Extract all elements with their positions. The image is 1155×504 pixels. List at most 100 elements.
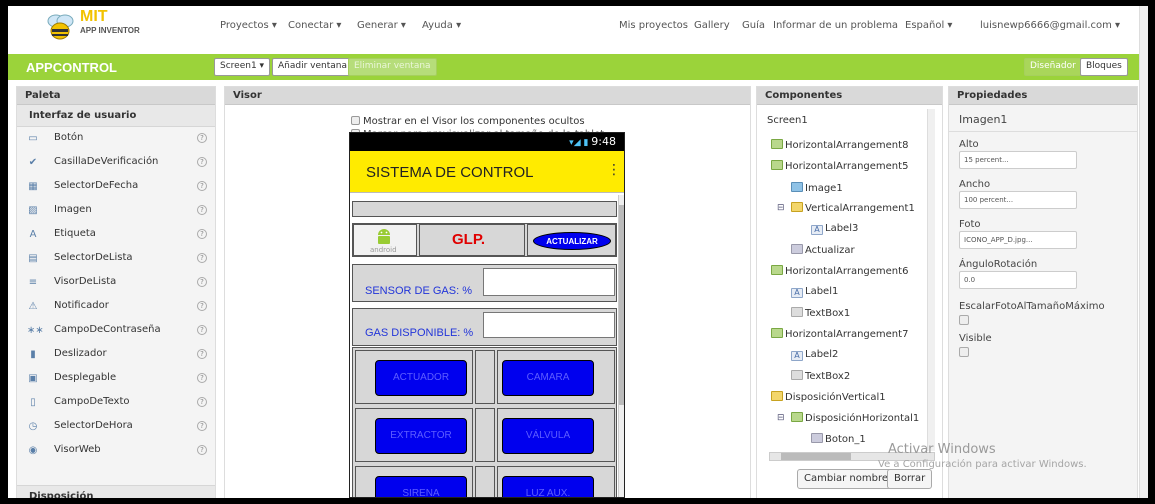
palette-section-ui[interactable]: Interfaz de usuario: [17, 105, 215, 127]
rotation-field[interactable]: 0.0: [959, 271, 1077, 289]
visible-checkbox[interactable]: [959, 347, 969, 357]
sirena-button[interactable]: SIRENA: [375, 476, 467, 497]
palette-item[interactable]: ▮ Deslizador?: [17, 343, 215, 367]
component-tree-item[interactable]: DisposiciónHorizontal1: [791, 412, 919, 424]
link-my-projects[interactable]: Mis proyectos: [619, 20, 688, 31]
project-name: APPCONTROL: [26, 60, 117, 75]
palette-item[interactable]: ▯ CampoDeTexto?: [17, 391, 215, 415]
show-hidden-checkbox[interactable]: Mostrar en el Visor los componentes ocul…: [351, 116, 585, 127]
component-tree-item[interactable]: A Label2: [791, 349, 838, 361]
palette-item[interactable]: ≡ VisorDeLista?: [17, 271, 215, 295]
component-tree-item[interactable]: HorizontalArrangement6: [771, 265, 908, 277]
menu-user-account[interactable]: luisnewp6666@gmail.com ▾: [980, 20, 1120, 31]
components-vscrollbar[interactable]: [927, 109, 935, 451]
remove-screen-button[interactable]: Eliminar ventana: [348, 58, 437, 76]
component-tree-item[interactable]: A Label1: [791, 286, 838, 298]
help-icon[interactable]: ?: [197, 421, 207, 431]
components-hscroll-thumb[interactable]: [781, 453, 851, 460]
help-icon[interactable]: ?: [197, 205, 207, 215]
help-icon[interactable]: ?: [197, 349, 207, 359]
menu-connect[interactable]: Conectar ▾: [288, 20, 341, 31]
help-icon[interactable]: ?: [197, 253, 207, 263]
palette-item[interactable]: ▣ Desplegable?: [17, 367, 215, 391]
collapse-toggle-icon[interactable]: ⊟: [777, 203, 785, 213]
component-tree-item[interactable]: Screen1: [767, 115, 808, 126]
palette-section-layout[interactable]: Disposición: [17, 485, 215, 498]
menu-projects[interactable]: Proyectos ▾: [220, 20, 277, 31]
component-tree-item[interactable]: HorizontalArrangement8: [771, 139, 908, 151]
camara-button[interactable]: CAMARA: [502, 360, 594, 396]
component-tree-label: VerticalArrangement1: [805, 203, 915, 214]
link-report-problem[interactable]: Informar de un problema: [773, 20, 898, 31]
photo-field[interactable]: ICONO_APP_D.jpg...: [959, 231, 1077, 249]
designer-button[interactable]: Diseñador: [1024, 58, 1082, 76]
palette-item[interactable]: ⚠ Notificador?: [17, 295, 215, 319]
help-icon[interactable]: ?: [197, 181, 207, 191]
help-icon[interactable]: ?: [197, 301, 207, 311]
menu-help[interactable]: Ayuda ▾: [422, 20, 461, 31]
help-icon[interactable]: ?: [197, 229, 207, 239]
blocks-button[interactable]: Bloques: [1080, 58, 1128, 76]
overflow-menu-icon[interactable]: ⋮: [607, 162, 621, 178]
luz-aux-button[interactable]: LUZ AUX.: [502, 476, 594, 497]
component-tree-label: TextBox1: [805, 308, 851, 319]
screen-select[interactable]: Screen1 ▾: [214, 58, 271, 76]
link-guide[interactable]: Guía: [742, 20, 765, 31]
add-screen-button[interactable]: Añadir ventana: [272, 58, 353, 76]
horizontal-arrangement-8[interactable]: [352, 201, 617, 217]
component-tree-item[interactable]: HorizontalArrangement7: [771, 328, 908, 340]
rename-button[interactable]: Cambiar nombre: [797, 469, 895, 489]
help-icon[interactable]: ?: [197, 445, 207, 455]
palette-item[interactable]: ▨ Imagen?: [17, 199, 215, 223]
actualizar-button[interactable]: ACTUALIZAR: [533, 232, 611, 250]
help-icon[interactable]: ?: [197, 277, 207, 287]
textbox2[interactable]: [483, 312, 615, 338]
component-tree-item[interactable]: DisposiciónVertical1: [771, 391, 886, 403]
palette-item[interactable]: ✔ CasillaDeVerificación?: [17, 151, 215, 175]
palette-item[interactable]: A Etiqueta?: [17, 223, 215, 247]
page-scrollbar[interactable]: [1139, 6, 1148, 498]
textbox1[interactable]: [483, 268, 615, 296]
horizontal-arrangement-6[interactable]: SENSOR DE GAS: %: [352, 264, 617, 302]
component-tree-item[interactable]: Actualizar: [791, 244, 855, 256]
menu-generate[interactable]: Generar ▾: [357, 20, 406, 31]
image1[interactable]: android: [353, 224, 417, 256]
horizontal-arrangement-7[interactable]: GAS DISPONIBLE: %: [352, 308, 617, 346]
actuador-button[interactable]: ACTUADOR: [375, 360, 467, 396]
palette-item[interactable]: ▭ Botón?: [17, 127, 215, 151]
component-tree-item[interactable]: TextBox2: [791, 370, 850, 382]
palette-item[interactable]: ◷ SelectorDeHora?: [17, 415, 215, 439]
label3[interactable]: GLP.: [419, 224, 525, 256]
vertical-arrangement-1[interactable]: ACTUADOR CAMARA EXTRACTOR VÁLVULA SIRENA…: [352, 347, 617, 497]
horizontal-arrangement-5[interactable]: android GLP. ACTUALIZAR: [352, 223, 617, 257]
help-icon[interactable]: ?: [197, 397, 207, 407]
palette-item[interactable]: ∗∗ CampoDeContraseña?: [17, 319, 215, 343]
palette-item[interactable]: ◉ VisorWeb?: [17, 439, 215, 463]
help-icon[interactable]: ?: [197, 325, 207, 335]
link-gallery[interactable]: Gallery: [694, 20, 730, 31]
extractor-button[interactable]: EXTRACTOR: [375, 418, 467, 454]
valvula-button[interactable]: VÁLVULA: [502, 418, 594, 454]
phone-scrollbar-thumb[interactable]: [619, 205, 624, 405]
component-tree-item[interactable]: HorizontalArrangement5: [771, 160, 908, 172]
help-icon[interactable]: ?: [197, 373, 207, 383]
component-tree-item[interactable]: TextBox1: [791, 307, 850, 319]
mit-logo[interactable]: MIT APP INVENTOR: [46, 8, 166, 46]
help-icon[interactable]: ?: [197, 133, 207, 143]
component-tree-item[interactable]: Image1: [791, 182, 843, 194]
component-tree-item[interactable]: A Label3: [811, 223, 858, 235]
component-tree-item[interactable]: Boton_1: [811, 433, 866, 445]
collapse-toggle-icon[interactable]: ⊟: [777, 413, 785, 423]
width-field[interactable]: 100 percent...: [959, 191, 1077, 209]
palette-item[interactable]: ▦ SelectorDeFecha?: [17, 175, 215, 199]
help-icon[interactable]: ?: [197, 157, 207, 167]
palette-item-label: VisorWeb: [54, 444, 101, 455]
palette-item[interactable]: ▤ SelectorDeLista?: [17, 247, 215, 271]
palette-item-label: Imagen: [54, 204, 92, 215]
delete-button[interactable]: Borrar: [887, 469, 933, 489]
menu-language[interactable]: Español ▾: [905, 20, 952, 31]
checkbox-box[interactable]: [351, 116, 360, 125]
height-field[interactable]: 15 percent...: [959, 151, 1077, 169]
scale-checkbox[interactable]: [959, 315, 969, 325]
component-tree-item[interactable]: VerticalArrangement1: [791, 202, 915, 214]
